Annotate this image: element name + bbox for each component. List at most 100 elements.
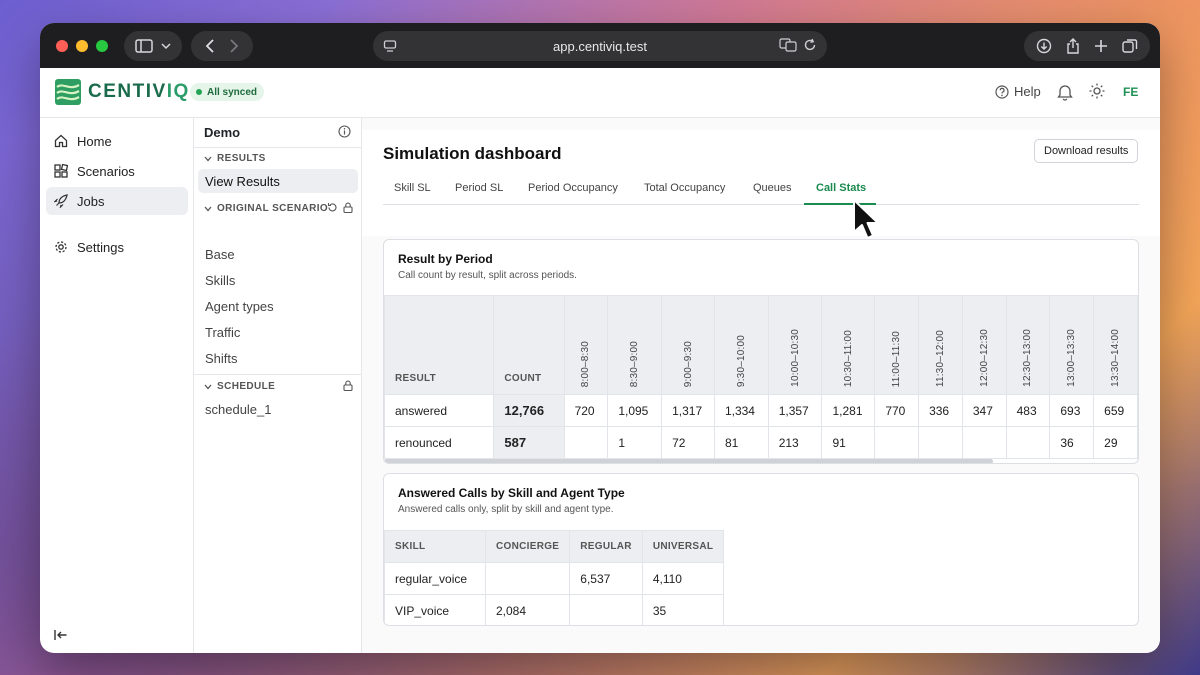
schedule-actions — [343, 380, 353, 391]
period-cell: 36 — [1049, 426, 1095, 459]
section-schedule[interactable]: SCHEDULE — [204, 381, 275, 392]
period-cell — [961, 426, 1007, 459]
column-header-period: 13:30–14:00 — [1093, 295, 1138, 395]
result-cell: answered — [384, 394, 495, 427]
schedule-item[interactable]: schedule_1 — [205, 402, 272, 417]
page-menu-icon[interactable] — [383, 39, 397, 53]
help-icon — [995, 84, 1009, 99]
column-header-period: 9:30–10:00 — [713, 295, 769, 395]
url-text: app.centiviq.test — [553, 38, 647, 54]
tab-period-occupancy[interactable]: Period Occupancy — [528, 182, 618, 194]
scenario-actions — [327, 202, 353, 213]
download-results-button[interactable]: Download results — [1034, 139, 1139, 163]
period-cell — [563, 426, 609, 459]
nav-item-settings[interactable]: Settings — [46, 233, 188, 261]
browser-actions — [1024, 31, 1150, 61]
reset-icon[interactable] — [327, 202, 338, 213]
new-tab-icon[interactable] — [1094, 39, 1108, 53]
period-cell: 1,281 — [821, 394, 876, 427]
column-header-universal: UNIVERSAL — [641, 530, 725, 563]
sidebar-toggle-button[interactable] — [124, 31, 182, 61]
nav-item-scenarios[interactable]: Scenarios — [46, 157, 188, 185]
tab-queues[interactable]: Queues — [753, 182, 792, 194]
tabs-overview-icon[interactable] — [1122, 38, 1138, 54]
left-navigation: Home Scenarios Jobs Settings — [40, 118, 193, 653]
section-results[interactable]: RESULTS — [204, 153, 266, 164]
forward-icon[interactable] — [229, 39, 239, 53]
gear-icon — [55, 241, 67, 253]
collapse-sidebar-icon[interactable] — [54, 629, 68, 641]
column-header-period: 8:30–9:00 — [607, 295, 663, 395]
table-row: answered 12,766 720 1,095 1,317 1,334 1,… — [384, 394, 1138, 427]
section-original-scenario[interactable]: ORIGINAL SCENARIO — [204, 203, 328, 214]
concierge-cell: 2,084 — [484, 594, 571, 625]
scenario-item-base[interactable]: Base — [205, 247, 235, 262]
maximize-window-button[interactable] — [96, 39, 108, 52]
period-cell: 1,357 — [767, 394, 823, 427]
scenario-item-traffic[interactable]: Traffic — [205, 325, 240, 340]
result-cell: renounced — [384, 426, 495, 459]
app-logo[interactable]: CENTIVIQ — [54, 78, 190, 106]
home-icon — [54, 134, 68, 148]
minimize-window-button[interactable] — [76, 39, 88, 52]
period-cell: 336 — [918, 394, 963, 427]
scenario-item-skills[interactable]: Skills — [205, 273, 235, 288]
tab-skill-sl[interactable]: Skill SL — [394, 182, 431, 194]
browser-toolbar: app.centiviq.test — [40, 23, 1160, 68]
column-header-period: 8:00–8:30 — [563, 295, 609, 395]
reload-icon[interactable] — [803, 38, 817, 52]
address-bar[interactable]: app.centiviq.test — [373, 31, 827, 61]
nav-item-home[interactable]: Home — [46, 127, 188, 155]
user-avatar[interactable]: FE — [1123, 85, 1138, 99]
table-row: renounced 587 1 72 81 213 91 36 29 — [384, 426, 1138, 459]
translate-icon[interactable] — [779, 38, 797, 52]
horizontal-scrollbar[interactable] — [384, 459, 993, 463]
column-header-period: 10:00–10:30 — [767, 295, 823, 395]
period-cell: 29 — [1093, 426, 1138, 459]
theme-toggle-sun-icon[interactable] — [1089, 83, 1105, 99]
column-header-period: 9:00–9:30 — [661, 295, 715, 395]
answered-by-skill-card: Answered Calls by Skill and Agent Type A… — [383, 473, 1139, 626]
download-icon[interactable] — [1036, 38, 1052, 54]
lock-icon — [343, 380, 353, 391]
period-cell: 72 — [661, 426, 715, 459]
window-controls — [56, 39, 108, 52]
count-cell: 587 — [493, 426, 565, 459]
notifications-bell-icon[interactable] — [1057, 83, 1073, 101]
close-window-button[interactable] — [56, 39, 68, 52]
history-nav — [191, 31, 253, 61]
view-results-item[interactable]: View Results — [198, 169, 358, 193]
job-sidebar: Demo RESULTS View Results ORIGINAL SCENA… — [193, 118, 362, 653]
status-dot-icon — [196, 89, 202, 95]
column-header-period: 11:00–11:30 — [874, 295, 920, 395]
period-cell: 1 — [607, 426, 663, 459]
universal-cell: 35 — [641, 594, 725, 625]
sidebar-icon — [135, 39, 153, 53]
lock-icon — [343, 202, 353, 213]
scenario-item-agent-types[interactable]: Agent types — [205, 299, 274, 314]
tab-total-occupancy[interactable]: Total Occupancy — [644, 182, 725, 194]
info-icon[interactable] — [338, 125, 351, 138]
card-title: Answered Calls by Skill and Agent Type — [398, 486, 625, 500]
column-header-period: 11:30–12:00 — [918, 295, 963, 395]
tab-period-sl[interactable]: Period SL — [455, 182, 503, 194]
back-icon[interactable] — [205, 39, 215, 53]
period-cell: 720 — [563, 394, 609, 427]
scenario-item-shifts[interactable]: Shifts — [205, 351, 238, 366]
share-icon[interactable] — [1066, 38, 1080, 54]
nav-item-jobs[interactable]: Jobs — [46, 187, 188, 215]
concierge-cell — [484, 562, 571, 595]
column-header-period: 13:00–13:30 — [1049, 295, 1095, 395]
centiviq-logo-icon — [55, 79, 81, 105]
period-cell: 347 — [961, 394, 1007, 427]
sync-status-badge: All synced — [190, 83, 265, 101]
chevron-down-icon — [204, 156, 212, 161]
browser-window: app.centiviq.test CENTIVIQ All synced He… — [40, 23, 1160, 653]
tab-call-stats[interactable]: Call Stats — [816, 182, 866, 194]
period-cell: 483 — [1005, 394, 1051, 427]
answered-by-skill-table: SKILL CONCIERGE REGULAR UNIVERSAL regula… — [384, 530, 725, 625]
count-cell: 12,766 — [493, 394, 565, 427]
skill-cell: regular_voice — [384, 562, 486, 595]
help-button[interactable]: Help — [995, 84, 1041, 99]
app-header: CENTIVIQ All synced Help FE — [40, 68, 1160, 118]
